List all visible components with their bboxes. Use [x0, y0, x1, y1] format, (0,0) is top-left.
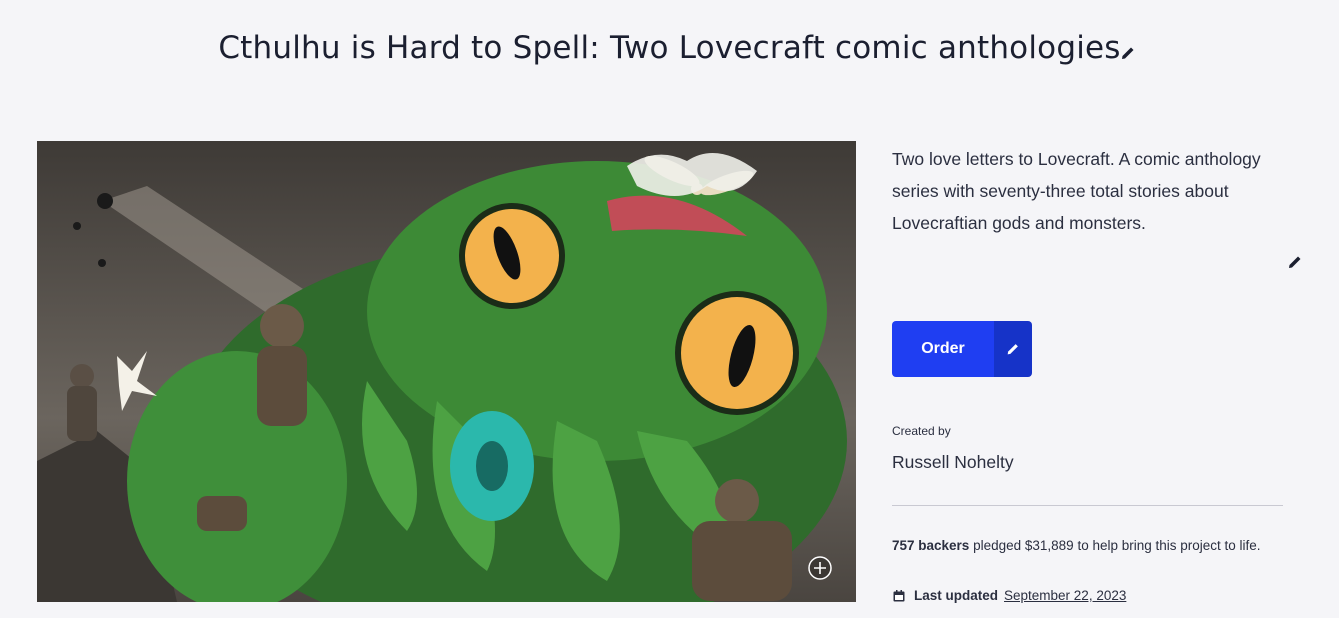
cthulhu-illustration: [37, 141, 856, 602]
order-button-group: Order: [892, 321, 1032, 377]
backers-count: 757 backers: [892, 538, 970, 553]
edit-title-pencil-icon[interactable]: [1119, 44, 1137, 62]
calendar-icon: [892, 589, 906, 603]
last-updated-date-link[interactable]: September 22, 2023: [1004, 588, 1126, 603]
funding-stats: 757 backers pledged $31,889 to help brin…: [892, 536, 1292, 556]
zoom-plus-circle-icon[interactable]: [807, 555, 833, 581]
divider: [892, 505, 1283, 506]
last-updated: Last updated September 22, 2023: [892, 588, 1126, 603]
title-row: Cthulhu is Hard to Spell: Two Lovecraft …: [0, 30, 1339, 66]
order-button[interactable]: Order: [892, 321, 994, 377]
project-blurb: Two love letters to Lovecraft. A comic a…: [892, 149, 1261, 233]
created-by-label: Created by: [892, 424, 951, 438]
creator-name[interactable]: Russell Nohelty: [892, 452, 1014, 473]
last-updated-label: Last updated: [914, 588, 999, 603]
pledged-text: pledged $31,889 to help bring this proje…: [973, 538, 1261, 553]
edit-order-pencil-icon[interactable]: [994, 321, 1032, 377]
edit-blurb-pencil-icon[interactable]: [1286, 253, 1304, 271]
page-title: Cthulhu is Hard to Spell: Two Lovecraft …: [218, 30, 1121, 66]
project-hero-image[interactable]: [37, 141, 856, 602]
